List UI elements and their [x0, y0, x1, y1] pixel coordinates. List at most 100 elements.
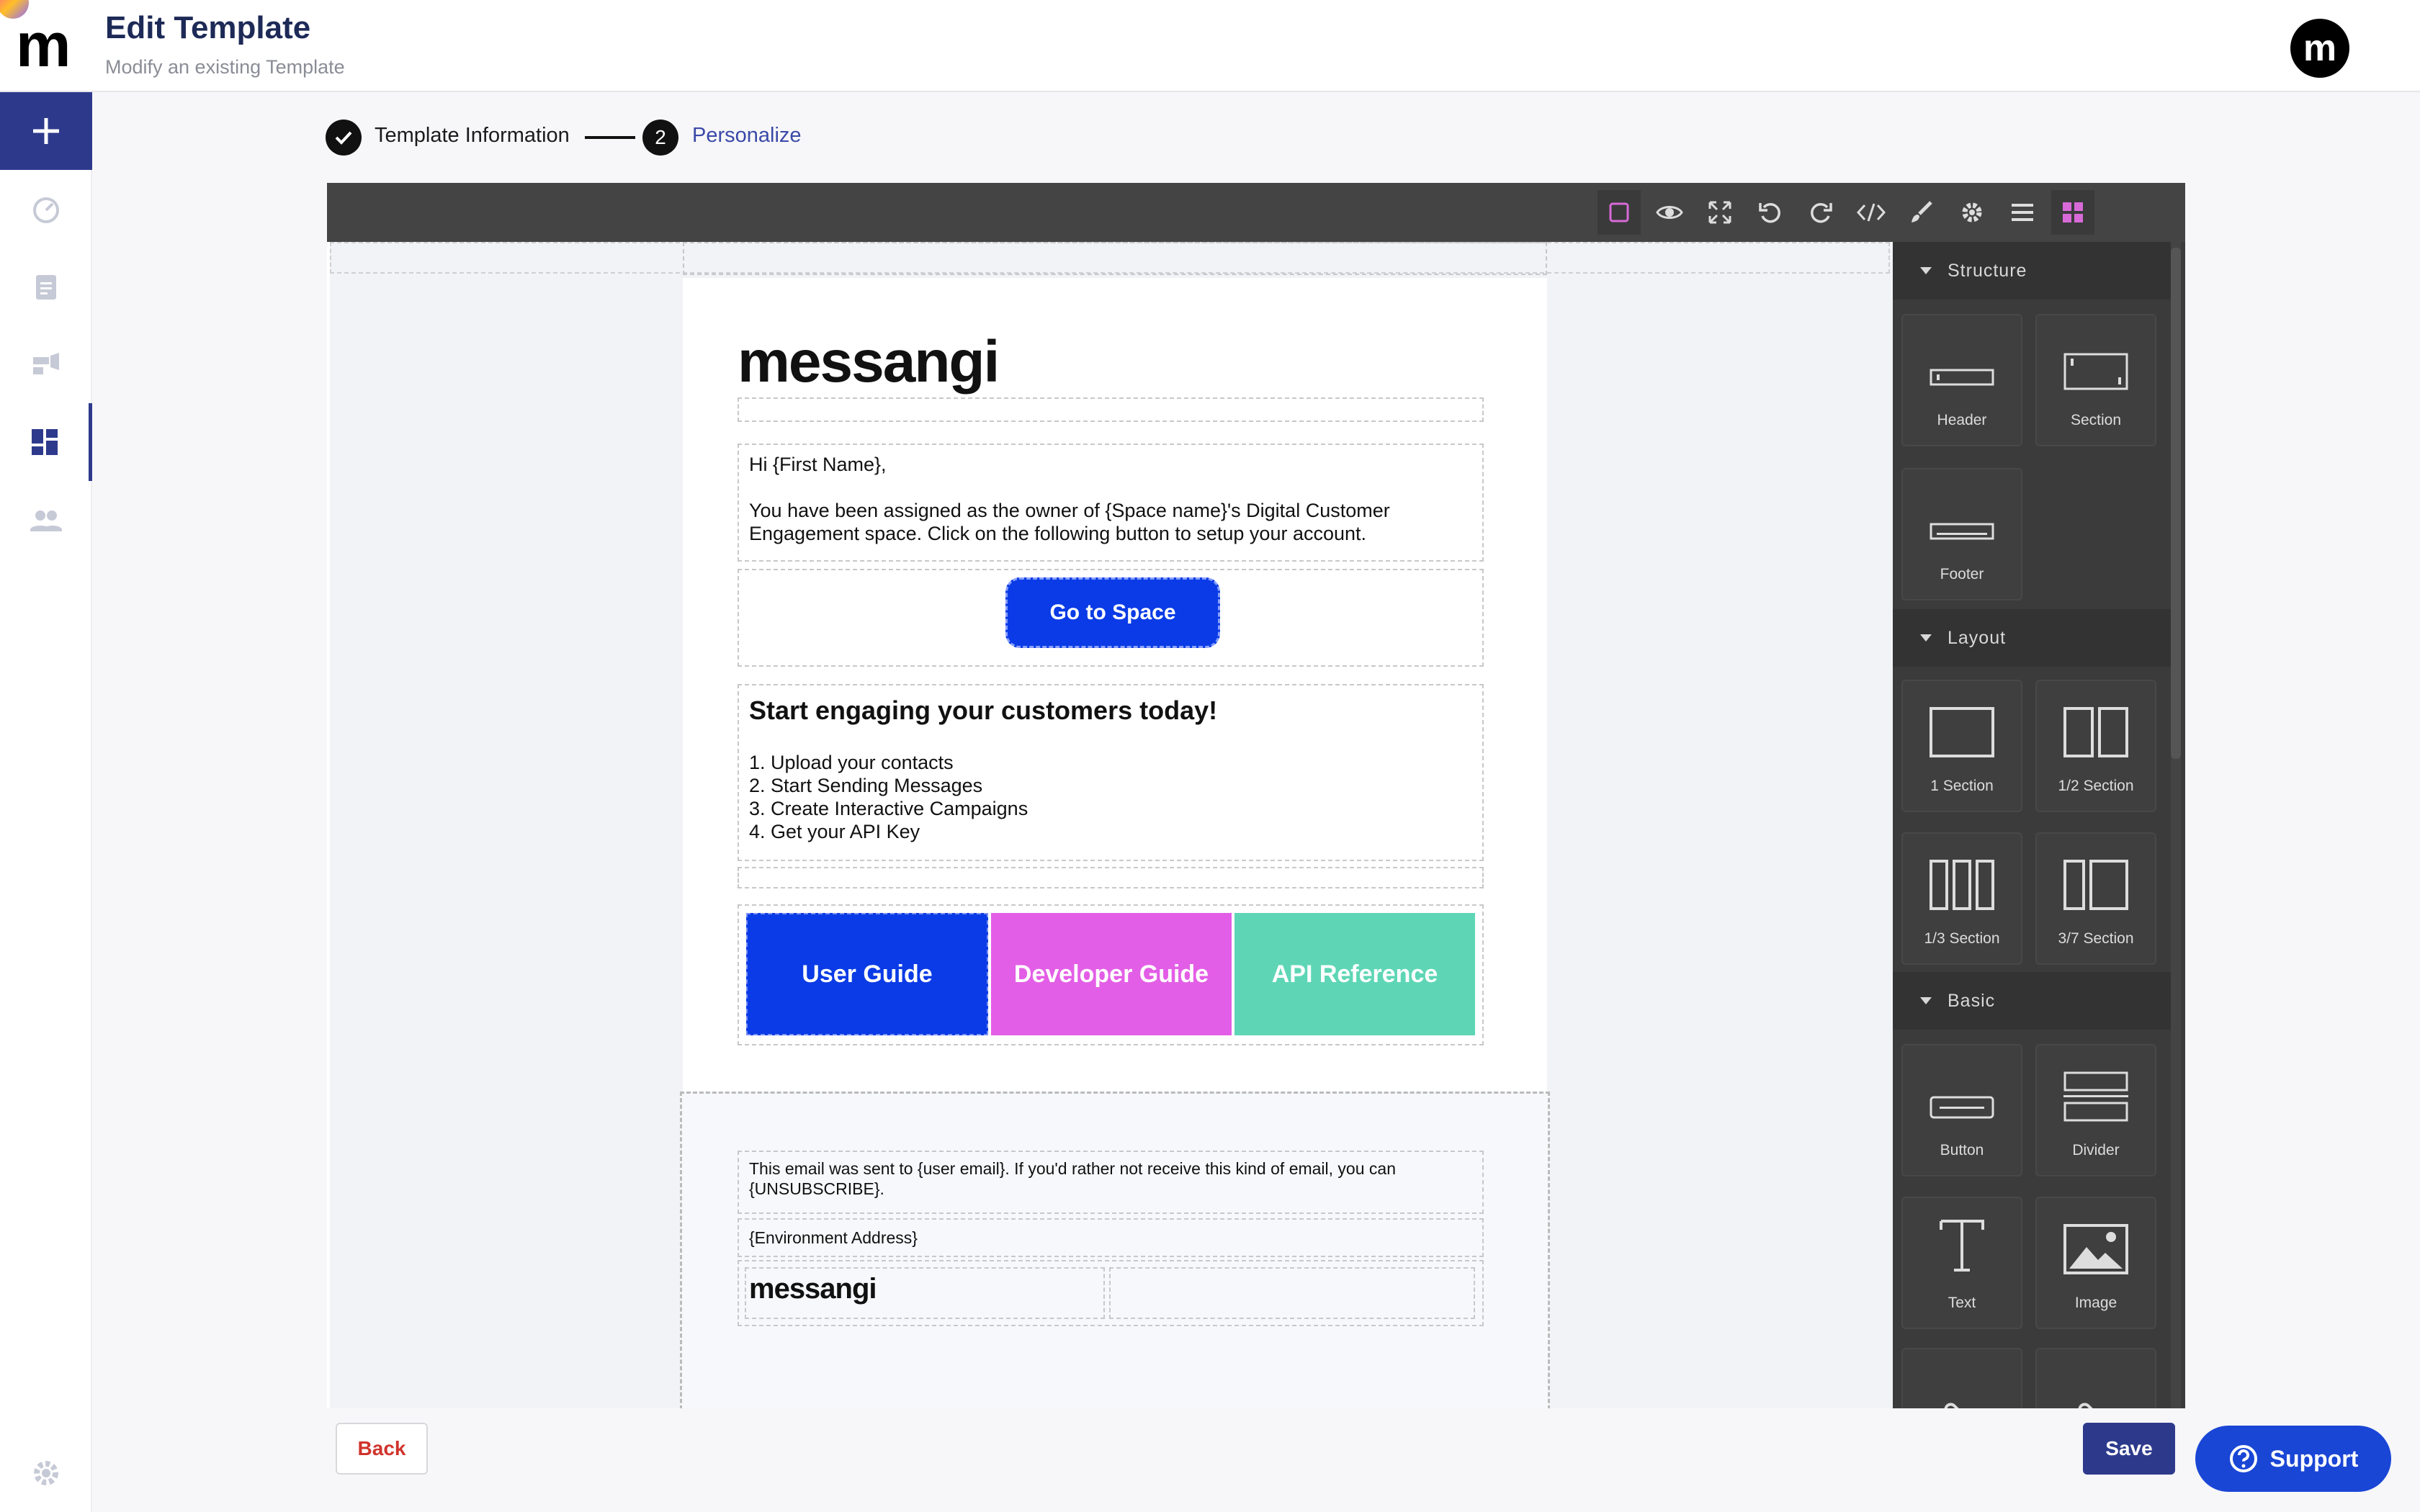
logo-letter: m	[16, 11, 71, 80]
step2-number: 2	[642, 120, 678, 156]
block-label: Image	[2074, 1295, 2118, 1311]
back-button[interactable]: Back	[336, 1423, 428, 1475]
sidebar-item-reports[interactable]	[0, 248, 92, 325]
email-body-line2[interactable]: Engagement space. Click on the following…	[749, 523, 1366, 545]
toolbar-undo[interactable]	[1749, 190, 1792, 235]
email-heading[interactable]: Start engaging your customers today!	[749, 696, 1217, 726]
block-divider[interactable]: Divider	[2035, 1044, 2156, 1176]
eye-icon	[1656, 206, 1683, 219]
fullscreen-icon	[1708, 201, 1731, 224]
sidebar-item-templates[interactable]	[0, 403, 92, 481]
support-button[interactable]: Support	[2195, 1426, 2391, 1492]
block-label: Button	[1940, 1142, 1984, 1158]
block-1-3-section[interactable]: 1/3 Section	[1901, 832, 2022, 965]
toolbar-show-borders[interactable]	[1597, 190, 1641, 235]
footer-brand-logo[interactable]: messangi	[749, 1273, 877, 1305]
email-brand-logo[interactable]: messangi	[738, 328, 1000, 396]
section-block-icon	[2063, 353, 2128, 390]
block-label: Text	[1948, 1295, 1976, 1311]
toolbar-preview[interactable]	[1648, 190, 1691, 235]
step1-label[interactable]: Template Information	[375, 124, 570, 148]
clipboard-icon	[36, 275, 56, 300]
block-1-2-section[interactable]: 1/2 Section	[2035, 680, 2156, 812]
redo-icon	[1811, 202, 1832, 223]
tile-developer-guide[interactable]: Developer Guide	[991, 913, 1232, 1035]
block-image[interactable]: Image	[2035, 1197, 2156, 1329]
page-subtitle: Modify an existing Template	[105, 56, 345, 78]
three-column-icon	[1930, 860, 1994, 910]
block-text[interactable]: Text	[1901, 1197, 2022, 1329]
undo-icon	[1759, 202, 1780, 223]
email-greeting[interactable]: Hi {First Name},	[749, 454, 887, 476]
link-icon	[2078, 1403, 2097, 1408]
tile-user-guide[interactable]: User Guide	[746, 913, 988, 1035]
check-icon	[335, 131, 352, 145]
blocks-icon	[2063, 202, 2083, 222]
image-block-icon	[2063, 1224, 2128, 1274]
app-logo[interactable]: m	[0, 0, 92, 92]
divider-block-icon	[2063, 1071, 2128, 1122]
block-footer[interactable]: Footer	[1901, 468, 2022, 600]
email-cta-button[interactable]: Go to Space	[1005, 577, 1220, 648]
block-label: Section	[2070, 412, 2122, 428]
email-list-item[interactable]: 2. Start Sending Messages	[749, 775, 982, 797]
people-icon	[30, 510, 62, 531]
block-label: Divider	[2072, 1142, 2120, 1158]
category-layout[interactable]: Layout	[1893, 609, 2174, 667]
block-link[interactable]	[1901, 1348, 2022, 1408]
block-section[interactable]: Section	[2035, 314, 2156, 446]
block-header[interactable]: Header	[1901, 314, 2022, 446]
email-divider-1[interactable]	[738, 397, 1484, 422]
toolbar-blocks[interactable]	[2051, 190, 2094, 235]
page-title: Edit Template	[105, 10, 311, 45]
save-button[interactable]: Save	[2083, 1423, 2175, 1475]
user-avatar[interactable]: m	[2290, 19, 2349, 78]
plus-icon	[33, 118, 59, 144]
email-list-item[interactable]: 3. Create Interactive Campaigns	[749, 798, 1028, 820]
block-1-section[interactable]: 1 Section	[1901, 680, 2022, 812]
step-connector	[585, 136, 635, 139]
panel-scrollbar-thumb[interactable]	[2171, 248, 2181, 759]
category-label: Structure	[1948, 260, 2027, 281]
toolbar-fullscreen[interactable]	[1698, 190, 1742, 235]
sidebar-item-campaigns[interactable]	[0, 325, 92, 403]
help-circle-icon	[2229, 1445, 2257, 1472]
footer-address[interactable]: {Environment Address}	[749, 1228, 918, 1248]
step2-label[interactable]: Personalize	[692, 124, 802, 148]
email-list-item[interactable]: 4. Get your API Key	[749, 821, 920, 843]
sidebar-item-add[interactable]	[0, 92, 92, 170]
header-block-icon	[1930, 369, 1994, 386]
block-button[interactable]: Button	[1901, 1044, 2022, 1176]
category-structure[interactable]: Structure	[1893, 242, 2174, 300]
editor-canvas[interactable]: messangi Hi {First Name}, You have been …	[330, 242, 1893, 1408]
brush-icon	[1912, 201, 1932, 222]
footer-line1[interactable]: This email was sent to {user email}. If …	[749, 1159, 1396, 1179]
toolbar-code[interactable]	[1850, 190, 1893, 235]
toolbar-layer-manager[interactable]	[2001, 190, 2044, 235]
gear-icon	[34, 1461, 58, 1485]
block-label: 1/3 Section	[1924, 930, 2000, 947]
category-basic[interactable]: Basic	[1893, 972, 2174, 1030]
blocks-panel: Structure Header Section Footer Layout 1…	[1893, 242, 2185, 1408]
top-bar	[0, 0, 2420, 92]
block-label: Footer	[1940, 566, 1984, 582]
footer-block-icon	[1930, 523, 1994, 540]
editor-toolbar	[327, 183, 2185, 242]
one-column-icon	[1930, 707, 1994, 757]
toolbar-settings[interactable]	[1950, 190, 1994, 235]
footer-empty-cell[interactable]	[1109, 1267, 1475, 1319]
block-3-7-section[interactable]: 3/7 Section	[2035, 832, 2156, 965]
footer-line2[interactable]: {UNSUBSCRIBE}.	[749, 1179, 884, 1199]
email-body-line1[interactable]: You have been assigned as the owner of {…	[749, 500, 1390, 522]
toolbar-style-manager[interactable]	[1900, 190, 1943, 235]
block-label: 3/7 Section	[2058, 930, 2134, 947]
sidebar-item-contacts[interactable]	[0, 481, 92, 559]
sidebar-item-settings[interactable]	[0, 1434, 92, 1512]
toolbar-redo[interactable]	[1799, 190, 1842, 235]
email-divider-2[interactable]	[738, 867, 1484, 888]
email-list-item[interactable]: 1. Upload your contacts	[749, 752, 954, 774]
tile-api-reference[interactable]: API Reference	[1234, 913, 1475, 1035]
sidebar-item-dashboard[interactable]	[0, 170, 92, 248]
template-editor: messangi Hi {First Name}, You have been …	[327, 183, 2185, 1408]
block-link-block[interactable]	[2035, 1348, 2156, 1408]
